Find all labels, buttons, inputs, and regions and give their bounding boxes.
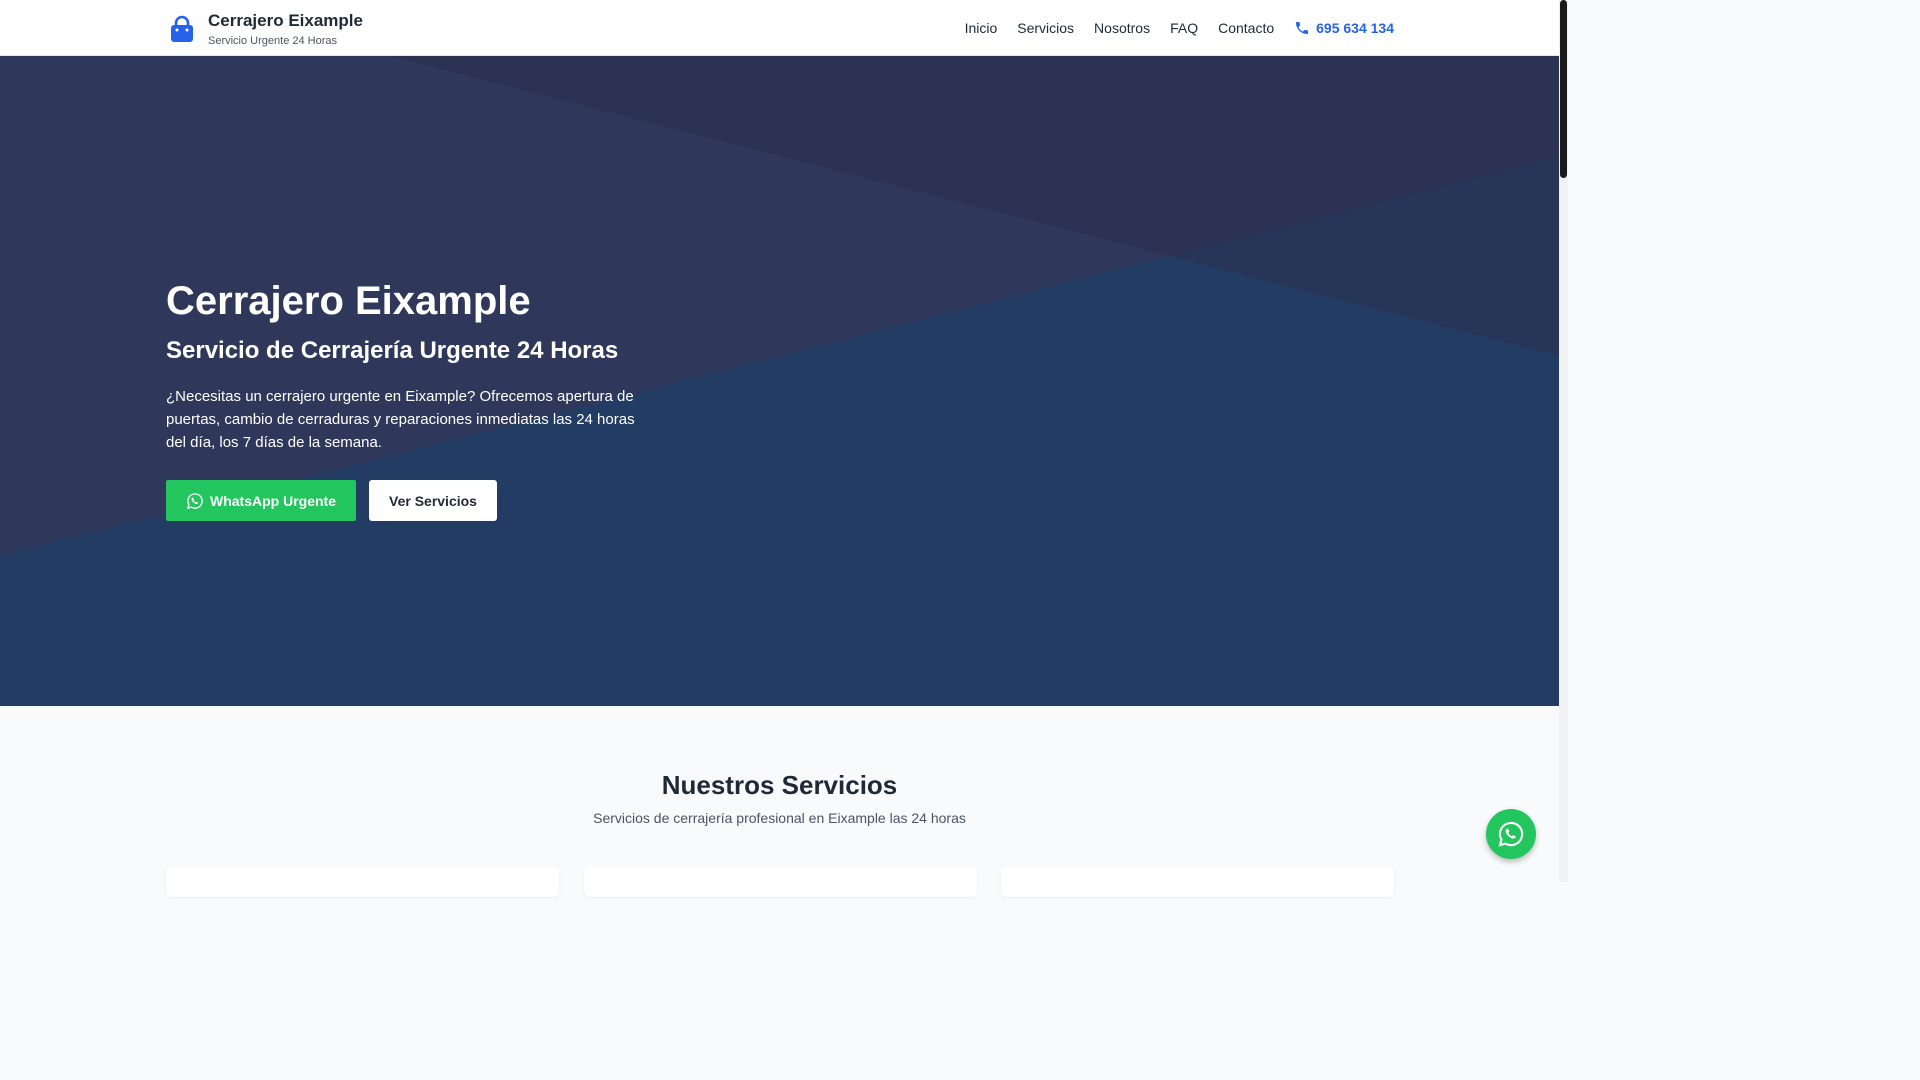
brand-title: Cerrajero Eixample <box>208 11 363 30</box>
brand-subtitle: Servicio Urgente 24 Horas <box>208 35 338 47</box>
whatsapp-urgent-button[interactable]: WhatsApp Urgente <box>166 480 356 521</box>
floating-whatsapp-button[interactable] <box>1486 809 1536 859</box>
whatsapp-urgent-label: WhatsApp Urgente <box>210 492 336 509</box>
hero-content: Cerrajero Eixample Servicio de Cerrajerí… <box>166 278 646 521</box>
view-services-button[interactable]: Ver Servicios <box>369 480 497 521</box>
whatsapp-icon <box>1498 821 1524 847</box>
whatsapp-icon <box>186 492 203 509</box>
hero-description: ¿Necesitas un cerrajero urgente en Eixam… <box>166 388 635 451</box>
service-card[interactable] <box>166 867 559 897</box>
hero-title: Cerrajero Eixample <box>166 279 531 323</box>
phone-icon <box>1296 22 1309 34</box>
nav-nosotros[interactable]: Nosotros <box>1094 20 1150 36</box>
services-section: Nuestros Servicios Servicios de cerrajer… <box>0 706 1559 897</box>
nav-servicios[interactable]: Servicios <box>1017 20 1074 36</box>
scrollbar-thumb[interactable] <box>1560 0 1567 178</box>
services-title: Nuestros Servicios <box>661 770 898 800</box>
nav-contacto[interactable]: Contacto <box>1218 20 1274 36</box>
lock-icon <box>166 13 198 45</box>
site-header: Cerrajero Eixample Servicio Urgente 24 H… <box>0 0 1559 56</box>
nav-faq[interactable]: FAQ <box>1170 20 1198 36</box>
nav-inicio[interactable]: Inicio <box>965 20 998 36</box>
phone-link[interactable]: 695 634 134 <box>1294 20 1394 36</box>
page-scrollbar[interactable] <box>1559 0 1568 882</box>
service-card[interactable] <box>584 867 977 897</box>
service-card[interactable] <box>1001 867 1394 897</box>
hero-buttons: WhatsApp Urgente Ver Servicios <box>166 480 646 521</box>
phone-number: 695 634 134 <box>1316 20 1394 36</box>
brand[interactable]: Cerrajero Eixample Servicio Urgente 24 H… <box>166 10 363 48</box>
main-nav: Inicio Servicios Nosotros FAQ Contacto 6… <box>945 0 1394 56</box>
hero-section: Cerrajero Eixample Servicio de Cerrajerí… <box>0 56 1559 706</box>
services-subtitle: Servicios de cerrajería profesional en E… <box>593 810 966 826</box>
hero-subtitle: Servicio de Cerrajería Urgente 24 Horas <box>166 337 619 364</box>
